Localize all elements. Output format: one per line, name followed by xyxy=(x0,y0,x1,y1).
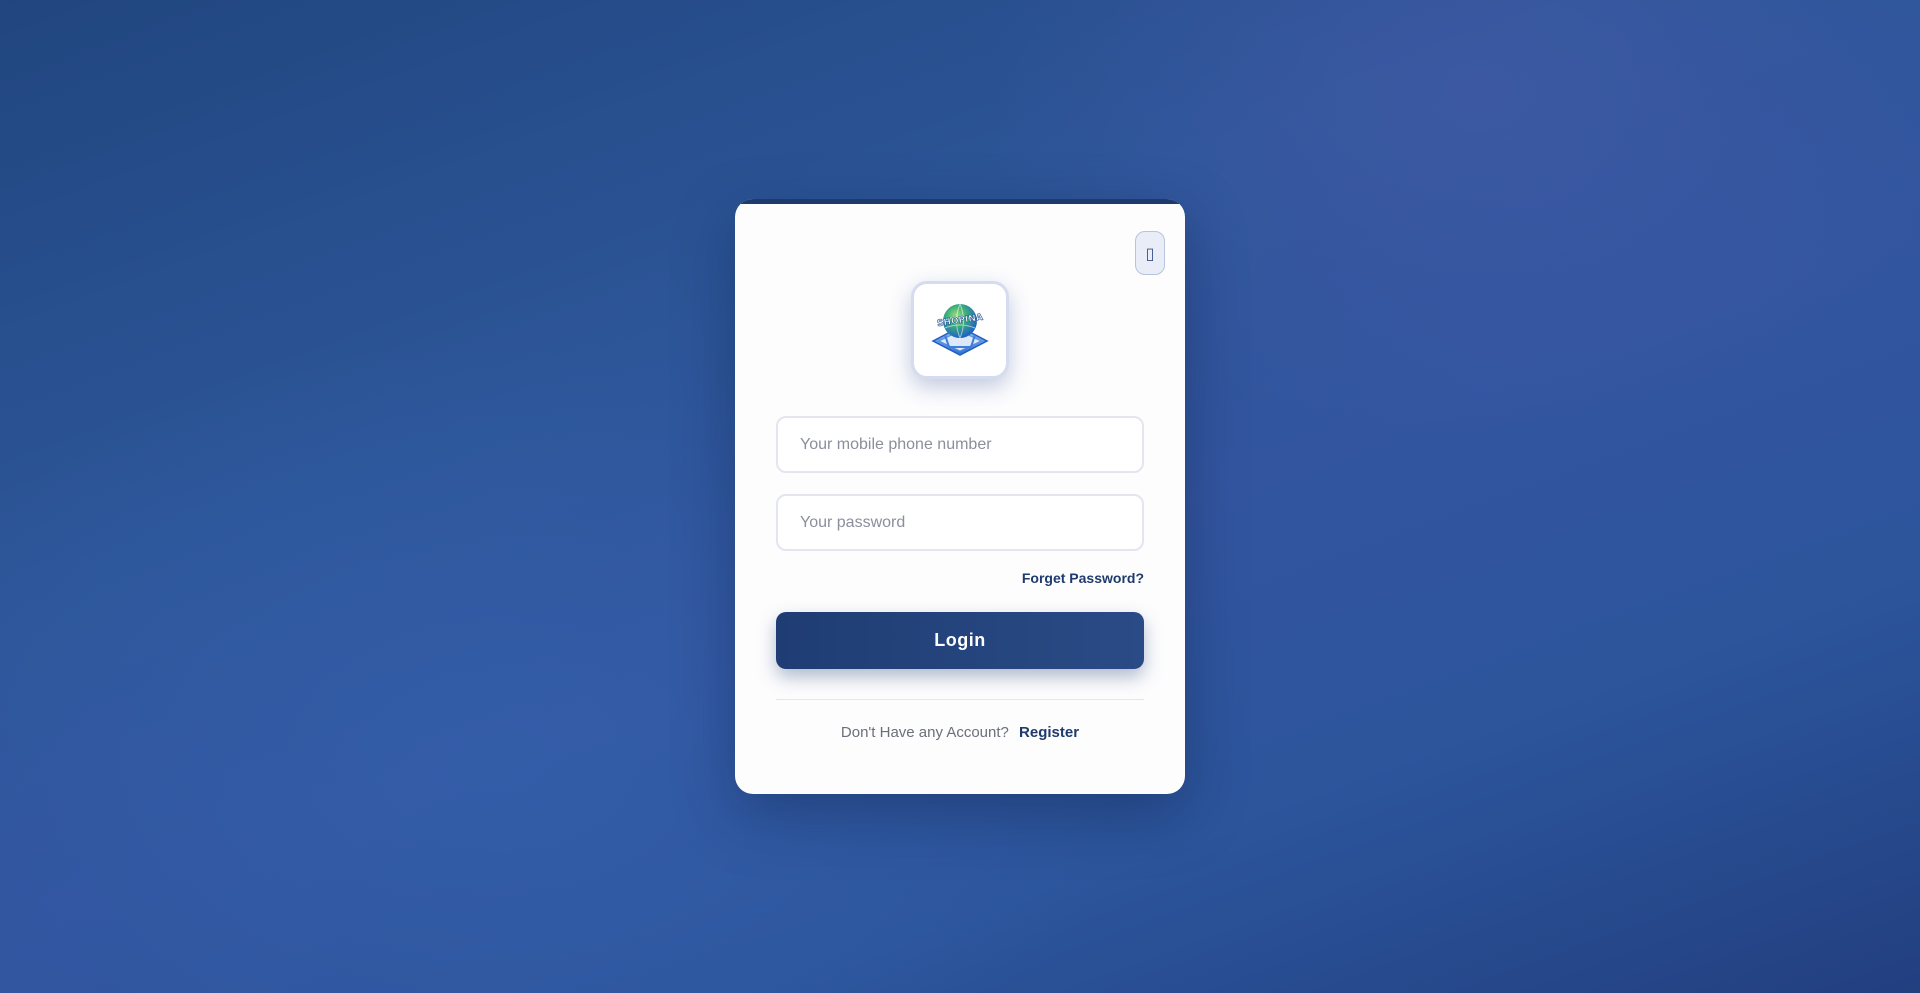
login-card: ▯ SHOPINA Forget Passwo xyxy=(735,199,1185,794)
app-logo: SHOPINA xyxy=(911,281,1009,379)
forgot-password-link[interactable]: Forget Password? xyxy=(1022,570,1144,586)
register-row: Don't Have any Account? Register xyxy=(776,724,1144,741)
corner-toggle-button[interactable]: ▯ xyxy=(1135,231,1165,275)
card-top-accent xyxy=(735,199,1185,204)
divider xyxy=(776,699,1144,700)
phone-number-input[interactable] xyxy=(776,416,1144,473)
shopping-cart-globe-icon: SHOPINA xyxy=(931,303,989,356)
register-link[interactable]: Register xyxy=(1019,724,1079,741)
register-prompt: Don't Have any Account? xyxy=(840,724,1009,741)
square-icon: ▯ xyxy=(1145,243,1155,263)
password-input[interactable] xyxy=(776,494,1144,551)
login-button[interactable]: Login xyxy=(776,612,1144,669)
